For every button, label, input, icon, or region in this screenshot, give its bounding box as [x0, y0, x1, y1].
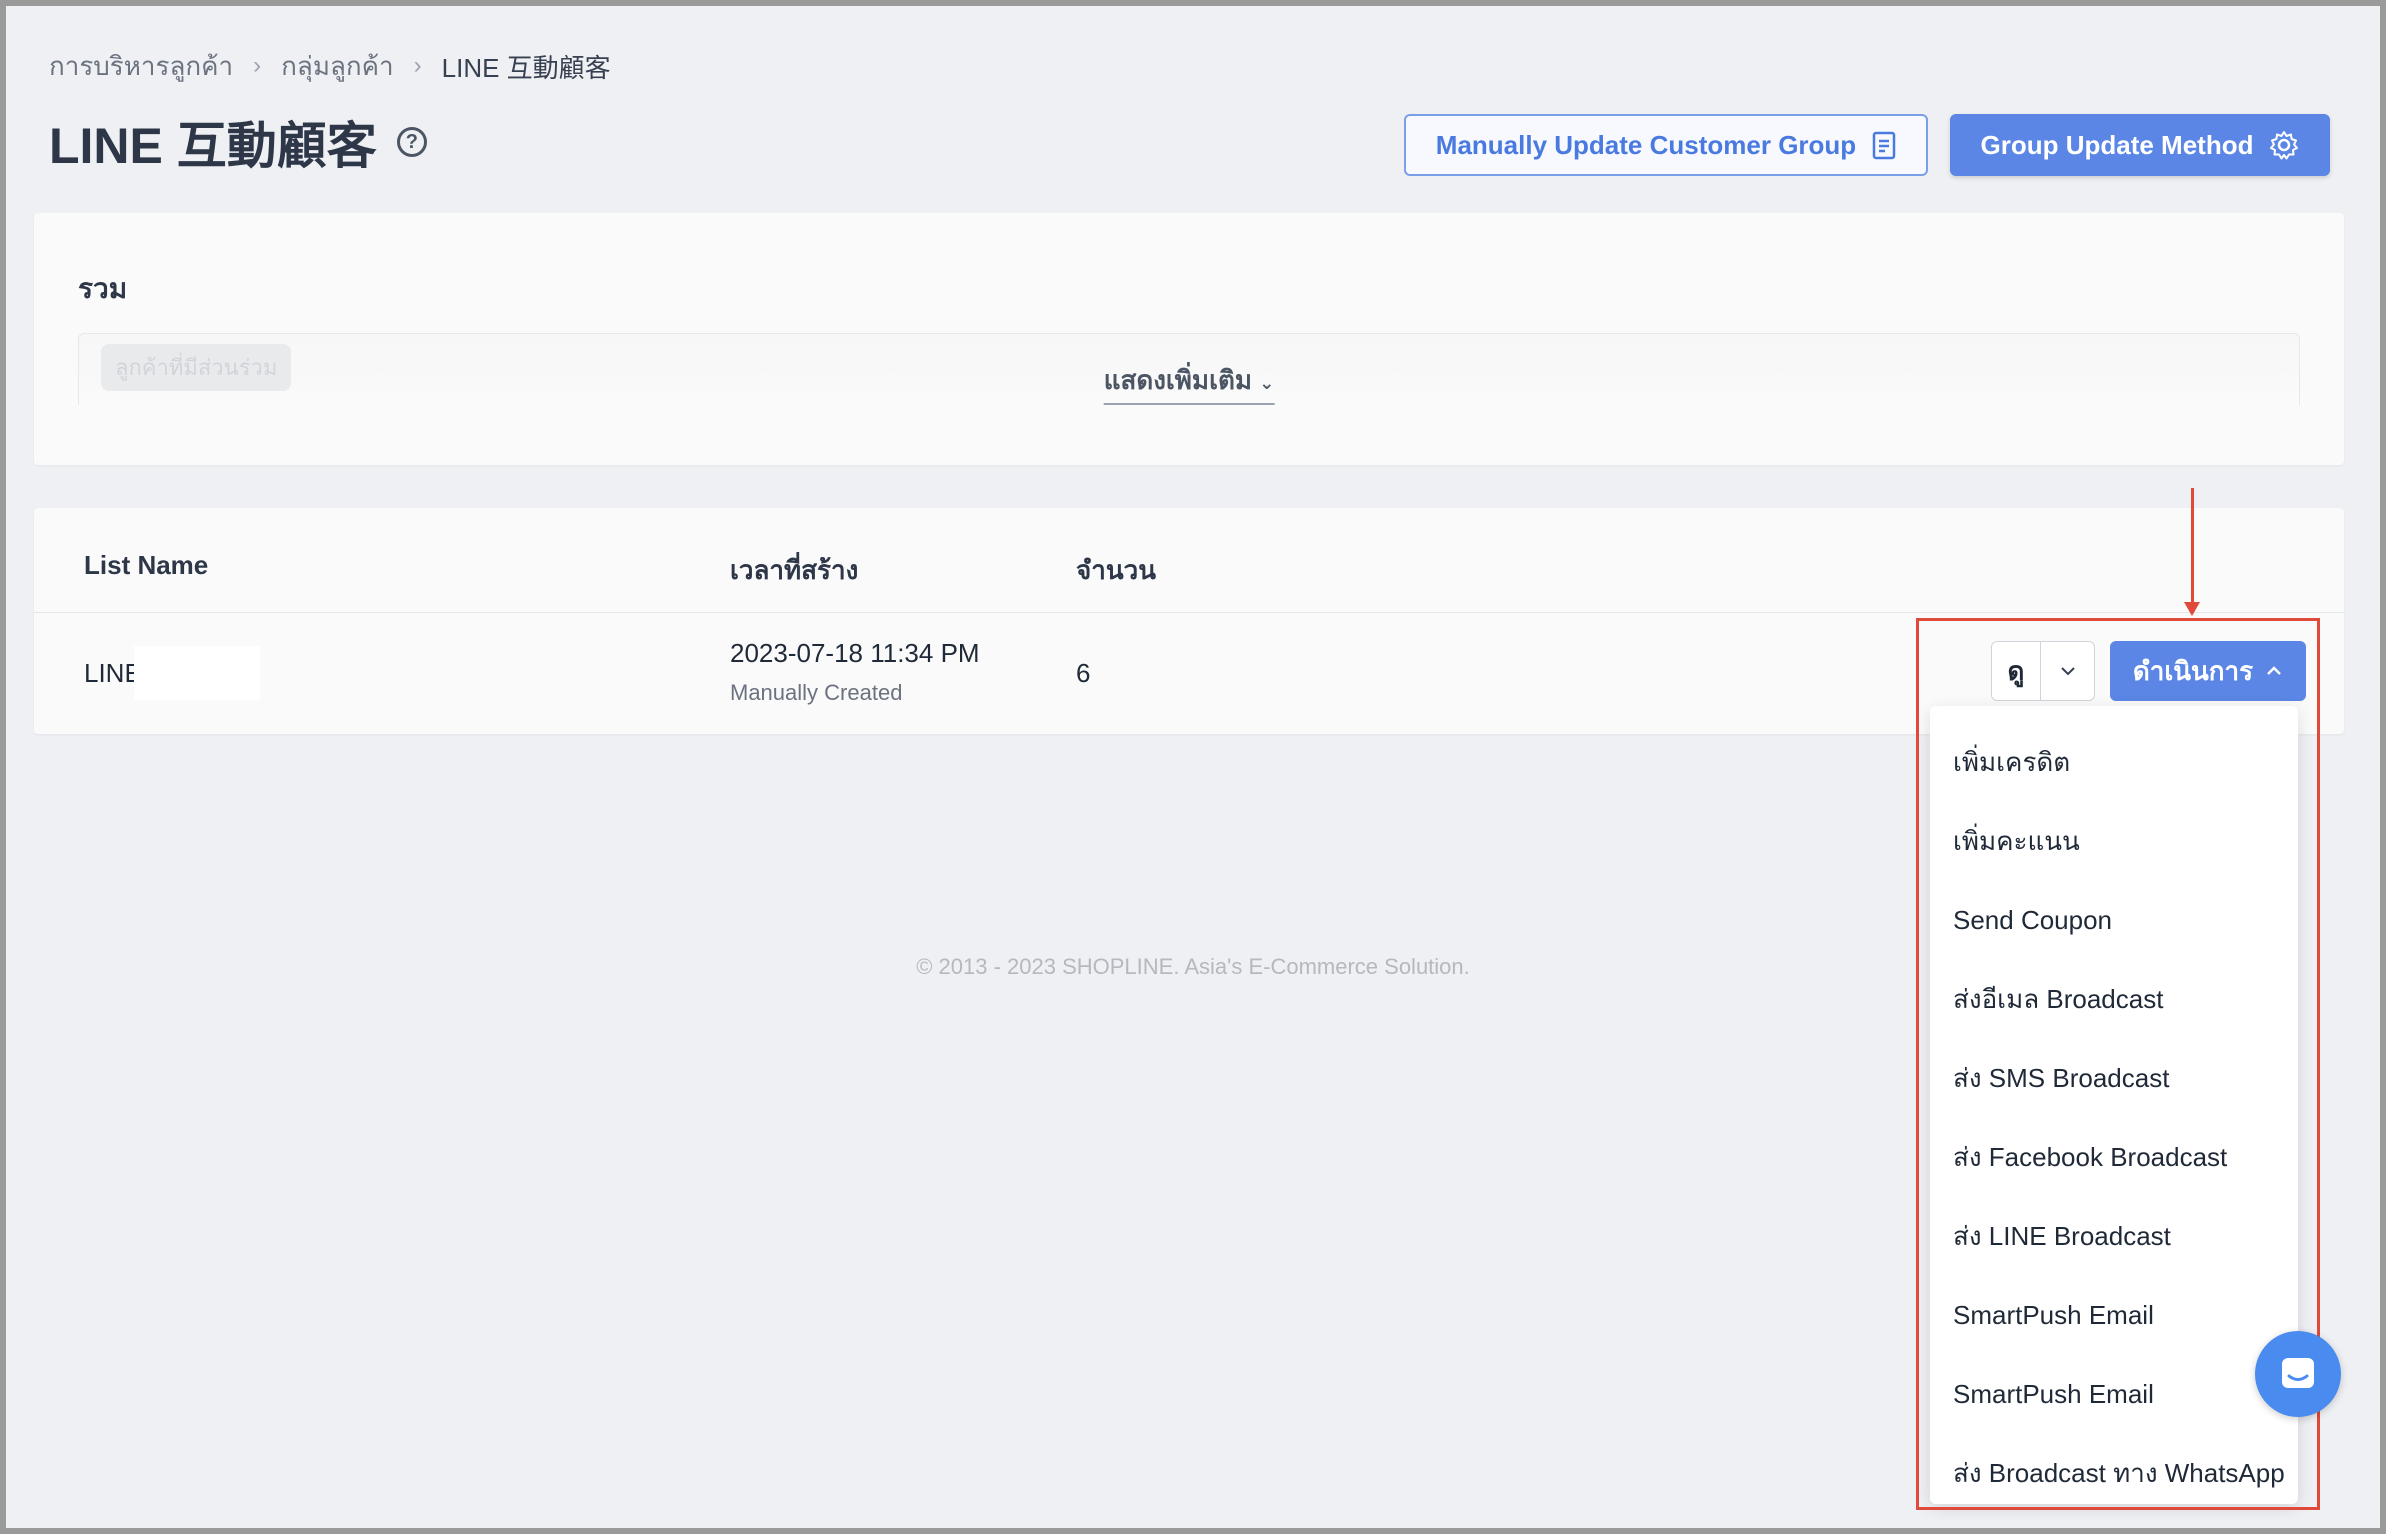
breadcrumb-item-customer-management[interactable]: การบริหารลูกค้า: [49, 46, 233, 87]
show-more-link[interactable]: แสดงเพิ่มเติม ⌄: [1103, 360, 1275, 405]
faded-chip: ลูกค้าที่มีส่วนร่วม: [101, 344, 292, 391]
menu-item-facebook-broadcast[interactable]: ส่ง Facebook Broadcast: [1930, 1118, 2298, 1197]
annotation-arrow-line: [2191, 488, 2194, 604]
count-cell: 6: [1076, 658, 1091, 688]
redacted-area: [134, 646, 260, 700]
menu-item-sms-broadcast[interactable]: ส่ง SMS Broadcast: [1930, 1039, 2298, 1118]
chat-icon: [2282, 1358, 2314, 1388]
summary-card: รวม ลูกค้าที่มีส่วนร่วม แสดงเพิ่มเติม ⌄: [34, 213, 2344, 465]
menu-item-whatsapp-broadcast[interactable]: ส่ง Broadcast ทาง WhatsApp: [1930, 1434, 2298, 1513]
view-button-group: ดู: [1991, 641, 2095, 701]
chevron-down-icon: [2060, 667, 2075, 676]
chevron-right-icon: ›: [253, 52, 262, 79]
menu-item-smartpush-email-2[interactable]: SmartPush Email: [1930, 1355, 2298, 1434]
column-header-created-time[interactable]: เวลาที่สร้าง: [730, 550, 858, 591]
group-update-method-button[interactable]: Group Update Method: [1950, 114, 2330, 176]
annotation-arrow-head: [2184, 602, 2200, 616]
created-time-cell: 2023-07-18 11:34 PM: [730, 638, 980, 668]
chevron-up-icon: [2267, 666, 2281, 675]
created-by-cell: Manually Created: [730, 680, 903, 705]
help-icon[interactable]: ?: [396, 127, 427, 157]
menu-item-line-broadcast[interactable]: ส่ง LINE Broadcast: [1930, 1197, 2298, 1276]
manually-update-label: Manually Update Customer Group: [1435, 129, 1857, 160]
menu-item-add-credit[interactable]: เพิ่มเครดิต: [1930, 723, 2298, 802]
clipboard-icon: [1872, 131, 1896, 160]
chevron-right-icon: ›: [413, 52, 422, 79]
breadcrumb: การบริหารลูกค้า › กลุ่มลูกค้า › LINE 互動顧…: [49, 46, 611, 86]
menu-item-smartpush-email[interactable]: SmartPush Email: [1930, 1276, 2298, 1355]
gear-icon: [2270, 131, 2299, 160]
manually-update-customer-group-button[interactable]: Manually Update Customer Group: [1404, 114, 1928, 176]
title-row: LINE 互動顧客 ?: [49, 106, 427, 178]
action-dropdown-menu: เพิ่มเครดิต เพิ่มคะแนน Send Coupon ส่งอี…: [1930, 706, 2298, 1504]
chat-launcher-button[interactable]: [2255, 1331, 2341, 1417]
summary-title: รวม: [78, 273, 128, 304]
view-button[interactable]: ดู: [1992, 651, 2040, 692]
table-divider: [34, 612, 2344, 613]
show-more-label: แสดงเพิ่มเติม: [1103, 365, 1252, 395]
column-header-count[interactable]: จำนวน: [1076, 550, 1156, 591]
menu-item-add-points[interactable]: เพิ่มคะแนน: [1930, 802, 2298, 881]
menu-item-email-broadcast[interactable]: ส่งอีเมล Broadcast: [1930, 960, 2298, 1039]
customer-list-table: List Name เวลาที่สร้าง จำนวน LINE 2023-0…: [34, 508, 2344, 734]
chevron-down-icon: ⌄: [1259, 373, 1275, 393]
menu-item-send-coupon[interactable]: Send Coupon: [1930, 881, 2298, 960]
group-update-label: Group Update Method: [1980, 129, 2254, 160]
summary-collapsed-area: ลูกค้าที่มีส่วนร่วม แสดงเพิ่มเติม ⌄: [78, 333, 2300, 405]
action-dropdown-button[interactable]: ดำเนินการ: [2110, 641, 2306, 701]
page: การบริหารลูกค้า › กลุ่มลูกค้า › LINE 互動顧…: [6, 6, 2380, 1528]
breadcrumb-item-current: LINE 互動顧客: [441, 52, 611, 83]
view-dropdown-toggle[interactable]: [2041, 665, 2094, 677]
breadcrumb-item-customer-groups[interactable]: กลุ่มลูกค้า: [281, 46, 393, 87]
action-label: ดำเนินการ: [2132, 655, 2254, 686]
page-title: LINE 互動顧客: [49, 118, 377, 174]
column-header-list-name[interactable]: List Name: [84, 550, 208, 581]
